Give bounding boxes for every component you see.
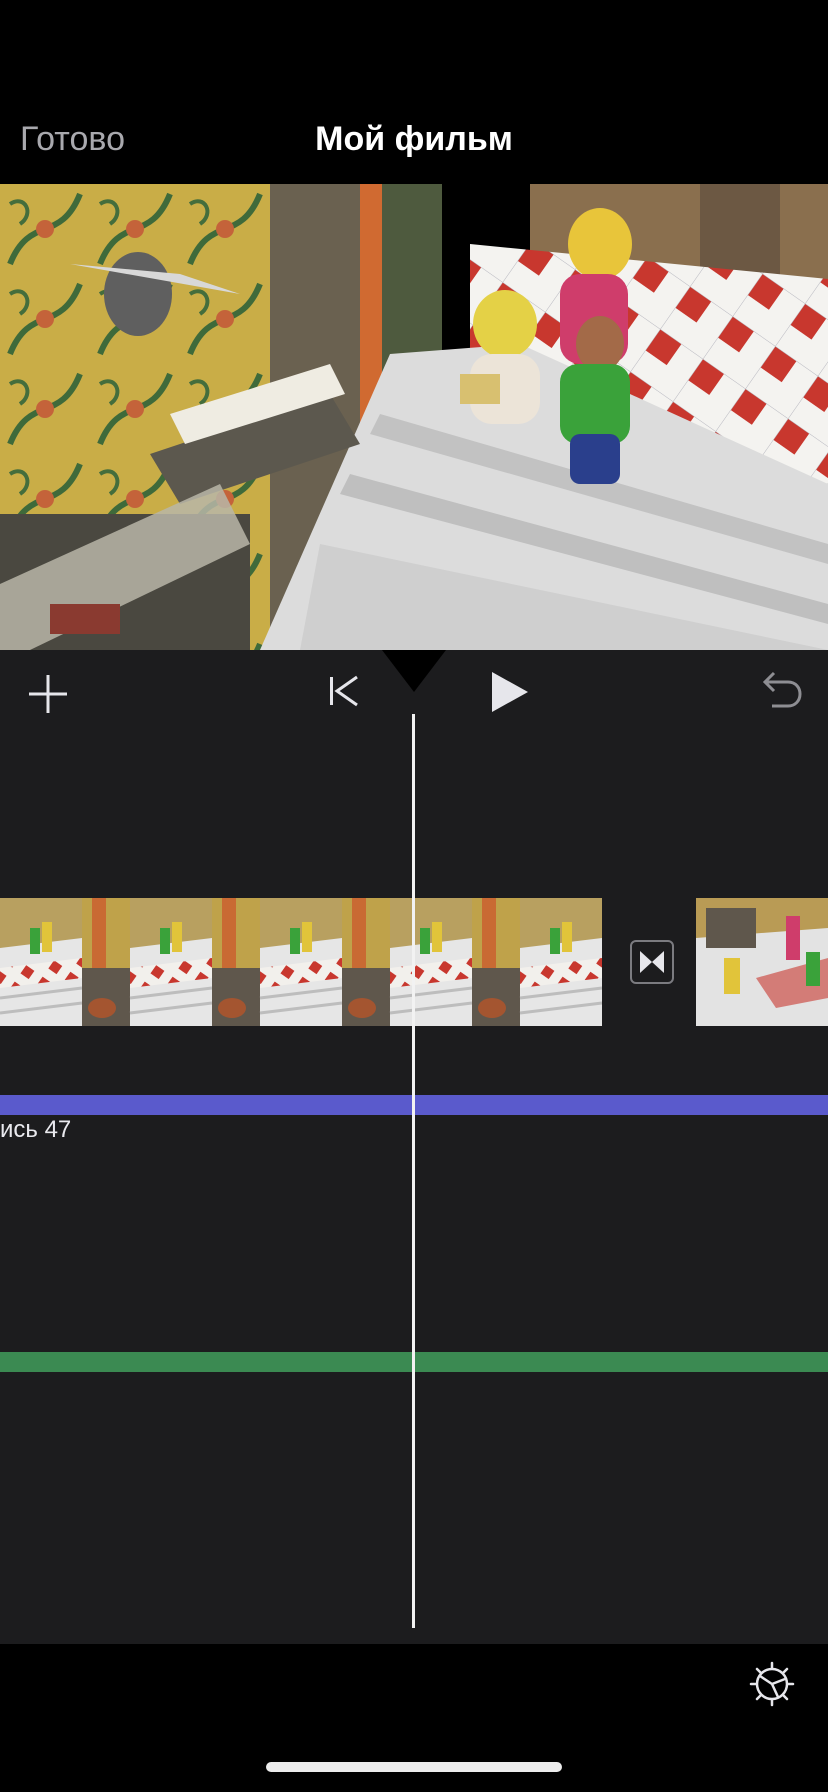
bowtie-transition-icon[interactable] xyxy=(630,940,674,984)
skip-to-start-icon[interactable] xyxy=(326,672,364,710)
playhead[interactable] xyxy=(412,714,415,1628)
playhead-notch xyxy=(382,650,446,692)
video-preview[interactable] xyxy=(0,184,828,650)
project-title: Мой фильм xyxy=(315,120,513,158)
home-indicator[interactable] xyxy=(266,1762,562,1772)
plus-icon[interactable] xyxy=(26,672,70,716)
navigation-bar: Готово Мой фильм xyxy=(0,0,828,184)
play-icon[interactable] xyxy=(488,668,532,716)
audio-track-label: ись 47 xyxy=(0,1116,72,1143)
video-clip[interactable] xyxy=(696,898,828,1026)
video-clip[interactable] xyxy=(0,898,612,1026)
gear-icon[interactable] xyxy=(748,1660,796,1708)
preview-frame-image xyxy=(0,184,828,650)
undo-icon[interactable] xyxy=(758,668,804,712)
